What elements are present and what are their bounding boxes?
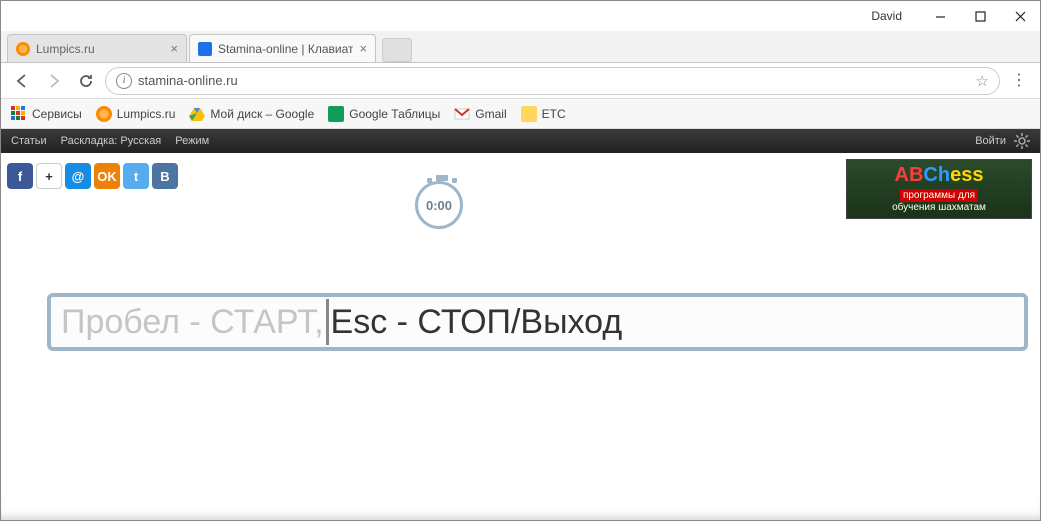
bookmark-sheets[interactable]: Google Таблицы bbox=[328, 106, 440, 122]
ok-icon: OK bbox=[97, 169, 117, 184]
vk-icon: B bbox=[160, 169, 169, 184]
folder-icon bbox=[521, 106, 537, 122]
bookmark-label: Мой диск – Google bbox=[210, 107, 314, 121]
bookmark-label: ETC bbox=[542, 107, 566, 121]
window-close-button[interactable] bbox=[1000, 1, 1040, 31]
typing-typed-text: Пробел - СТАРТ, bbox=[51, 303, 324, 342]
menu-layout[interactable]: Раскладка: Русская bbox=[61, 135, 162, 147]
bookmark-star-icon[interactable]: ☆ bbox=[976, 72, 989, 90]
favicon-icon bbox=[198, 42, 212, 56]
app-top-bar: Статьи Раскладка: Русская Режим Войти bbox=[1, 129, 1040, 153]
bookmarks-bar: Сервисы Lumpics.ru Мой диск – Google Goo… bbox=[1, 99, 1040, 129]
tab-stamina[interactable]: Stamina-online | Клавиат × bbox=[189, 34, 376, 62]
tab-strip: Lumpics.ru × Stamina-online | Клавиат × bbox=[1, 31, 1040, 63]
window-maximize-button[interactable] bbox=[960, 1, 1000, 31]
tab-title: Lumpics.ru bbox=[36, 42, 164, 56]
menu-mode[interactable]: Режим bbox=[175, 135, 209, 147]
drive-icon bbox=[189, 106, 205, 122]
share-vk-button[interactable]: B bbox=[152, 163, 178, 189]
nav-forward-button[interactable] bbox=[41, 68, 67, 94]
apps-grid-icon bbox=[11, 106, 27, 122]
tab-title: Stamina-online | Клавиат bbox=[218, 42, 353, 56]
menu-articles[interactable]: Статьи bbox=[11, 135, 47, 147]
share-facebook-button[interactable]: f bbox=[7, 163, 33, 189]
gear-icon[interactable] bbox=[1014, 133, 1030, 149]
facebook-icon: f bbox=[18, 169, 22, 184]
site-info-icon[interactable]: i bbox=[116, 73, 132, 89]
login-link[interactable]: Войти bbox=[975, 135, 1006, 147]
address-input[interactable]: i stamina-online.ru ☆ bbox=[105, 67, 1000, 95]
abchess-banner[interactable]: ABChess программы для обучения шахматам bbox=[846, 159, 1032, 219]
share-twitter-button[interactable]: t bbox=[123, 163, 149, 189]
bookmark-label: Сервисы bbox=[32, 107, 82, 121]
window-user-label: David bbox=[871, 9, 902, 23]
bookmark-gmail[interactable]: Gmail bbox=[454, 106, 506, 122]
favicon-icon bbox=[16, 42, 30, 56]
url-text: stamina-online.ru bbox=[138, 73, 970, 88]
page-content: f + @ OK t B ABChess программы для обуче… bbox=[1, 153, 1040, 520]
tab-close-icon[interactable]: × bbox=[170, 41, 178, 56]
tab-close-icon[interactable]: × bbox=[359, 41, 367, 56]
sheets-icon bbox=[328, 106, 344, 122]
bookmark-label: Google Таблицы bbox=[349, 107, 440, 121]
window-minimize-button[interactable] bbox=[920, 1, 960, 31]
share-more-button[interactable]: + bbox=[36, 163, 62, 189]
shadow-decoration bbox=[1, 500, 1040, 520]
bookmark-label: Lumpics.ru bbox=[117, 107, 176, 121]
banner-subtitle-1: программы для bbox=[900, 189, 978, 202]
window-title-bar: David bbox=[1, 1, 1040, 31]
twitter-icon: t bbox=[134, 169, 138, 184]
stopwatch-icon: 0:00 bbox=[415, 181, 463, 229]
banner-subtitle-2: обучения шахматам bbox=[853, 202, 1025, 213]
typing-cursor bbox=[326, 299, 329, 345]
bookmark-etc[interactable]: ETC bbox=[521, 106, 566, 122]
typing-remaining-text: Esc - СТОП/Выход bbox=[331, 303, 623, 342]
stopwatch: 0:00 bbox=[411, 181, 467, 229]
new-tab-button[interactable] bbox=[382, 38, 412, 62]
typing-input-area[interactable]: Пробел - СТАРТ, Esc - СТОП/Выход bbox=[47, 293, 1028, 351]
address-bar: i stamina-online.ru ☆ ⋮ bbox=[1, 63, 1040, 99]
share-mail-button[interactable]: @ bbox=[65, 163, 91, 189]
bookmark-apps[interactable]: Сервисы bbox=[11, 106, 82, 122]
favicon-icon bbox=[96, 106, 112, 122]
nav-reload-button[interactable] bbox=[73, 68, 99, 94]
bookmark-lumpics[interactable]: Lumpics.ru bbox=[96, 106, 176, 122]
plus-icon: + bbox=[45, 169, 53, 184]
bookmark-label: Gmail bbox=[475, 107, 506, 121]
stopwatch-time: 0:00 bbox=[426, 198, 452, 213]
tab-lumpics[interactable]: Lumpics.ru × bbox=[7, 34, 187, 62]
banner-title: ABChess bbox=[853, 164, 1025, 187]
share-ok-button[interactable]: OK bbox=[94, 163, 120, 189]
bookmark-drive[interactable]: Мой диск – Google bbox=[189, 106, 314, 122]
nav-back-button[interactable] bbox=[9, 68, 35, 94]
mail-icon: @ bbox=[72, 169, 85, 184]
gmail-icon bbox=[454, 106, 470, 122]
social-share-row: f + @ OK t B bbox=[7, 163, 178, 189]
browser-menu-button[interactable]: ⋮ bbox=[1006, 78, 1032, 84]
